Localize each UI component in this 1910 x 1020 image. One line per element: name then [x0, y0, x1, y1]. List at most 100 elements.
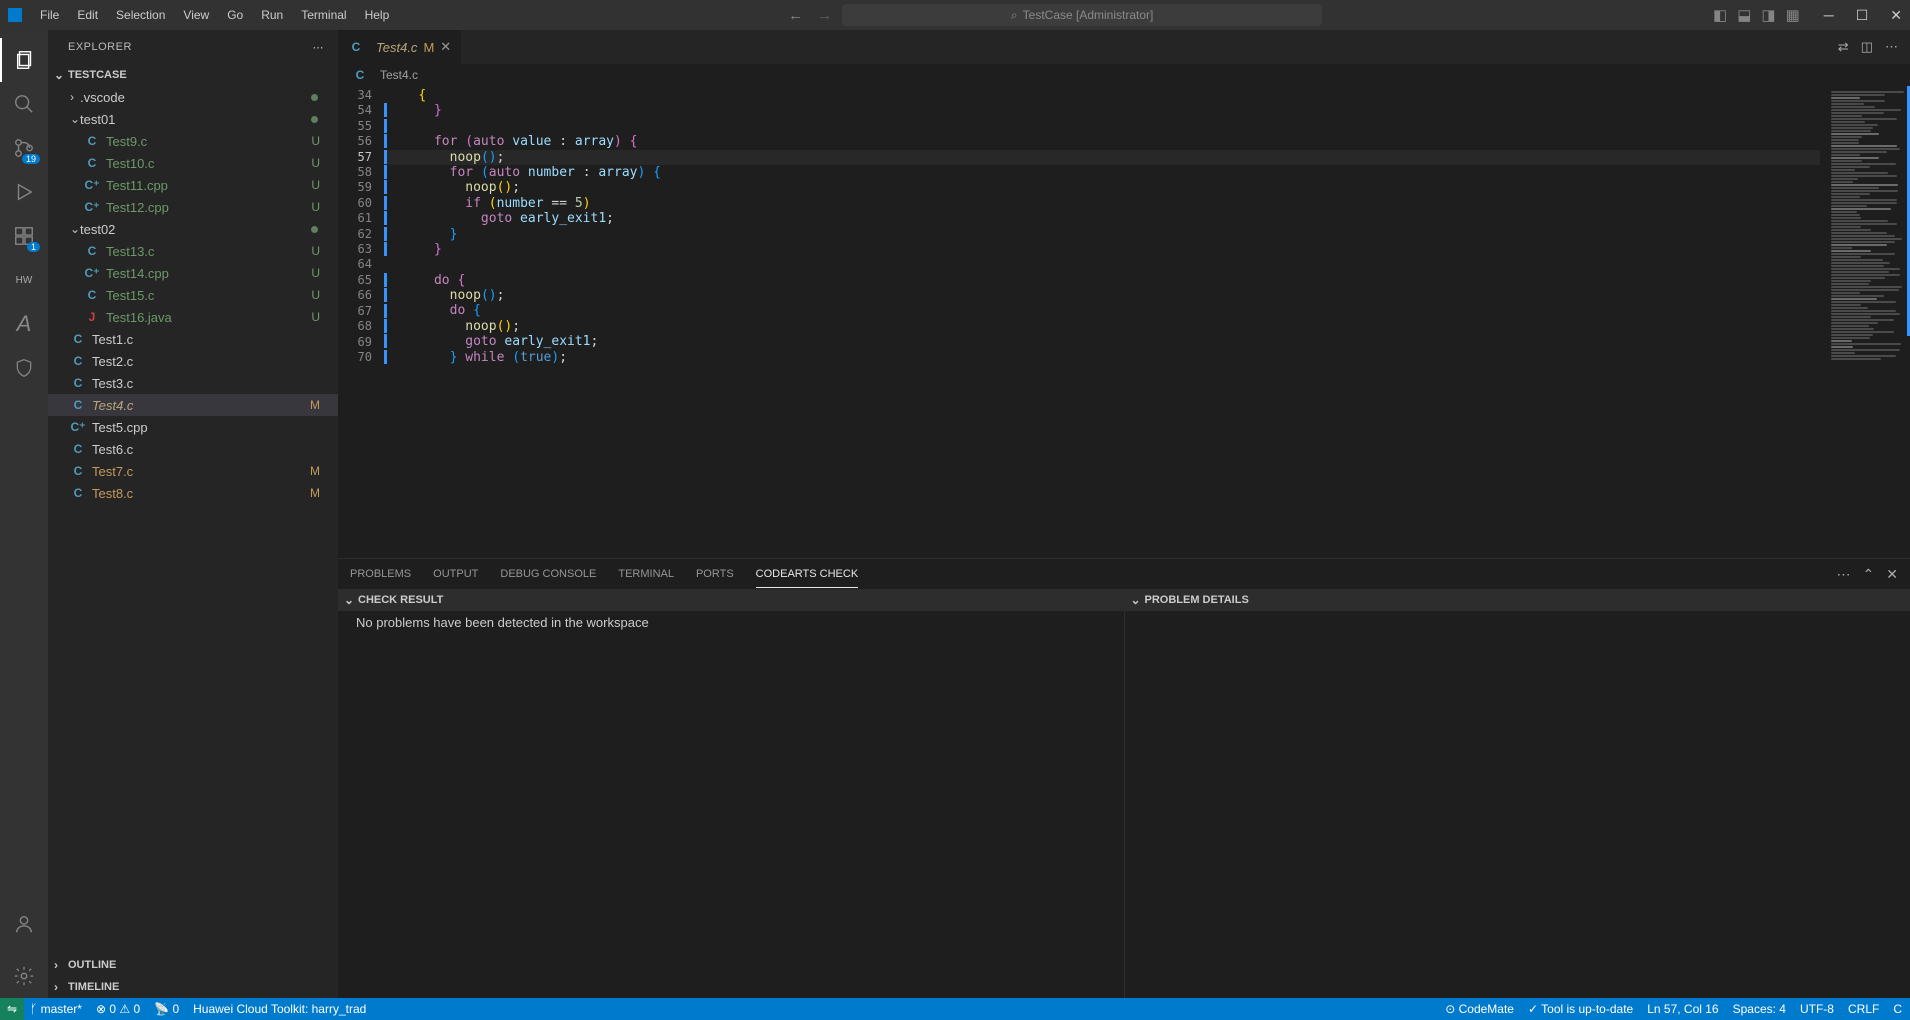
ab-extensions-icon[interactable]: 1 [0, 214, 48, 258]
compare-icon[interactable]: ⇄ [1838, 39, 1849, 55]
line-number-gutter: 345455565758596061626364656667686970 [338, 86, 384, 558]
tree-item-test5-cpp[interactable]: C⁺Test5.cpp [48, 416, 338, 438]
cursor-position[interactable]: Ln 57, Col 16 [1647, 1002, 1718, 1016]
ab-scm-icon[interactable]: 19 [0, 126, 48, 170]
c-file-icon: C [84, 243, 100, 259]
menu-run[interactable]: Run [253, 4, 291, 26]
activitybar: 19 1 HW A [0, 30, 48, 998]
tree-item-test3-c[interactable]: CTest3.c [48, 372, 338, 394]
codemate-status[interactable]: ⊙ CodeMate [1445, 1002, 1514, 1016]
nav-forward-icon[interactable]: → [817, 7, 832, 24]
file-label: Test6.c [92, 442, 133, 457]
tree-item-test2-c[interactable]: CTest2.c [48, 350, 338, 372]
editor-body[interactable]: 345455565758596061626364656667686970 { }… [338, 86, 1910, 558]
panel-tab-debug-console[interactable]: DEBUG CONSOLE [500, 561, 596, 587]
menubar: FileEditSelectionViewGoRunTerminalHelp [32, 4, 397, 26]
ab-debug-icon[interactable] [0, 170, 48, 214]
layout-sidebar-right-icon[interactable]: ◨ [1761, 6, 1775, 24]
ab-settings-icon[interactable] [0, 954, 48, 998]
indentation-status[interactable]: Spaces: 4 [1733, 1002, 1786, 1016]
tree-item-test10-c[interactable]: CTest10.cU [48, 152, 338, 174]
file-label: Test9.c [106, 134, 147, 149]
tree-item-test14-cpp[interactable]: C⁺Test14.cppU [48, 262, 338, 284]
file-label: Test1.c [92, 332, 133, 347]
ab-ai-icon[interactable]: A [0, 302, 48, 346]
sidebar-more-icon[interactable]: ⋯ [313, 41, 325, 54]
toolkit-status[interactable]: Huawei Cloud Toolkit: harry_trad [193, 1002, 366, 1016]
c-file-icon: C [70, 397, 86, 413]
panel-more-icon[interactable]: ⋯ [1837, 566, 1851, 583]
menu-selection[interactable]: Selection [108, 4, 173, 26]
layout-sidebar-left-icon[interactable]: ◧ [1713, 6, 1727, 24]
tree-item-test12-cpp[interactable]: C⁺Test12.cppU [48, 196, 338, 218]
remote-indicator[interactable]: ⇋ [0, 998, 24, 1020]
layout-panel-icon[interactable]: ⬓ [1737, 6, 1751, 24]
java-file-icon: J [84, 309, 100, 325]
timeline-header[interactable]: › TIMELINE [48, 976, 338, 998]
panel-tab-ports[interactable]: PORTS [696, 561, 734, 587]
maximize-button[interactable]: ☐ [1856, 7, 1869, 24]
check-result-header[interactable]: ⌄ CHECK RESULT [338, 589, 1124, 611]
ab-explorer-icon[interactable] [0, 38, 48, 82]
layout-customize-icon[interactable]: ▦ [1786, 6, 1800, 24]
tree-item-test8-c[interactable]: CTest8.cM [48, 482, 338, 504]
outline-header[interactable]: › OUTLINE [48, 954, 338, 976]
problem-details-header[interactable]: ⌄ PROBLEM DETAILS [1125, 589, 1910, 611]
ab-huawei-icon[interactable]: HW [0, 258, 48, 302]
minimap[interactable] [1820, 86, 1910, 558]
problems-status[interactable]: ⊗ 0 ⚠ 0 [96, 1002, 140, 1016]
tree-item-test13-c[interactable]: CTest13.cU [48, 240, 338, 262]
ab-search-icon[interactable] [0, 82, 48, 126]
tree-item-test4-c[interactable]: CTest4.cM [48, 394, 338, 416]
tree-item--vscode[interactable]: ›.vscode [48, 86, 338, 108]
eol-status[interactable]: CRLF [1848, 1002, 1879, 1016]
menu-edit[interactable]: Edit [69, 4, 106, 26]
panel-tab-problems[interactable]: PROBLEMS [350, 561, 411, 587]
tree-item-test15-c[interactable]: CTest15.cU [48, 284, 338, 306]
panel-maximize-icon[interactable]: ⌃ [1863, 566, 1875, 583]
command-center[interactable]: ⌕ TestCase [Administrator] [842, 4, 1322, 26]
tree-item-test11-cpp[interactable]: C⁺Test11.cppU [48, 174, 338, 196]
nav-back-icon[interactable]: ← [788, 7, 803, 24]
tree-item-test02[interactable]: ⌄test02 [48, 218, 338, 240]
menu-go[interactable]: Go [219, 4, 251, 26]
tree-item-test16-java[interactable]: JTest16.javaU [48, 306, 338, 328]
workspace-name: TESTCASE [68, 69, 127, 81]
menu-terminal[interactable]: Terminal [293, 4, 354, 26]
close-button[interactable]: ✕ [1890, 7, 1902, 24]
minimize-button[interactable]: ─ [1824, 7, 1834, 24]
tree-item-test1-c[interactable]: CTest1.c [48, 328, 338, 350]
modified-badge: M [310, 398, 320, 412]
language-status[interactable]: C [1893, 1002, 1902, 1016]
ports-status[interactable]: 📡 0 [154, 1002, 179, 1016]
c-file-icon: C [84, 287, 100, 303]
breadcrumb[interactable]: C Test4.c [338, 64, 1910, 86]
tab-test4[interactable]: C Test4.c M ✕ [338, 30, 462, 64]
menu-view[interactable]: View [175, 4, 217, 26]
c-file-icon: C [70, 485, 86, 501]
file-label: Test13.c [106, 244, 154, 259]
ab-shield-icon[interactable] [0, 346, 48, 390]
panel-tab-codearts-check[interactable]: CODEARTS CHECK [756, 561, 858, 588]
tree-item-test01[interactable]: ⌄test01 [48, 108, 338, 130]
encoding-status[interactable]: UTF-8 [1800, 1002, 1834, 1016]
panel-tab-output[interactable]: OUTPUT [433, 561, 478, 587]
panel-close-icon[interactable]: ✕ [1886, 566, 1898, 583]
close-icon[interactable]: ✕ [440, 39, 451, 55]
ab-account-icon[interactable] [0, 902, 48, 946]
tree-item-test9-c[interactable]: CTest9.cU [48, 130, 338, 152]
search-icon: ⌕ [1011, 8, 1018, 23]
tree-item-test7-c[interactable]: CTest7.cM [48, 460, 338, 482]
editor-more-icon[interactable]: ⋯ [1885, 39, 1898, 55]
code-content[interactable]: { } for (auto value : array) { noop(); f… [387, 86, 1820, 558]
untracked-badge: U [311, 156, 320, 170]
tree-item-test6-c[interactable]: CTest6.c [48, 438, 338, 460]
menu-file[interactable]: File [32, 4, 67, 26]
split-editor-icon[interactable]: ◫ [1861, 39, 1873, 55]
panel-tab-terminal[interactable]: TERMINAL [618, 561, 674, 587]
cpp-file-icon: C⁺ [70, 419, 86, 435]
branch-status[interactable]: ᚶ master* [30, 1002, 82, 1016]
uptodate-status[interactable]: ✓ Tool is up-to-date [1528, 1002, 1633, 1016]
workspace-header[interactable]: ⌄ TESTCASE [48, 64, 338, 86]
menu-help[interactable]: Help [357, 4, 398, 26]
